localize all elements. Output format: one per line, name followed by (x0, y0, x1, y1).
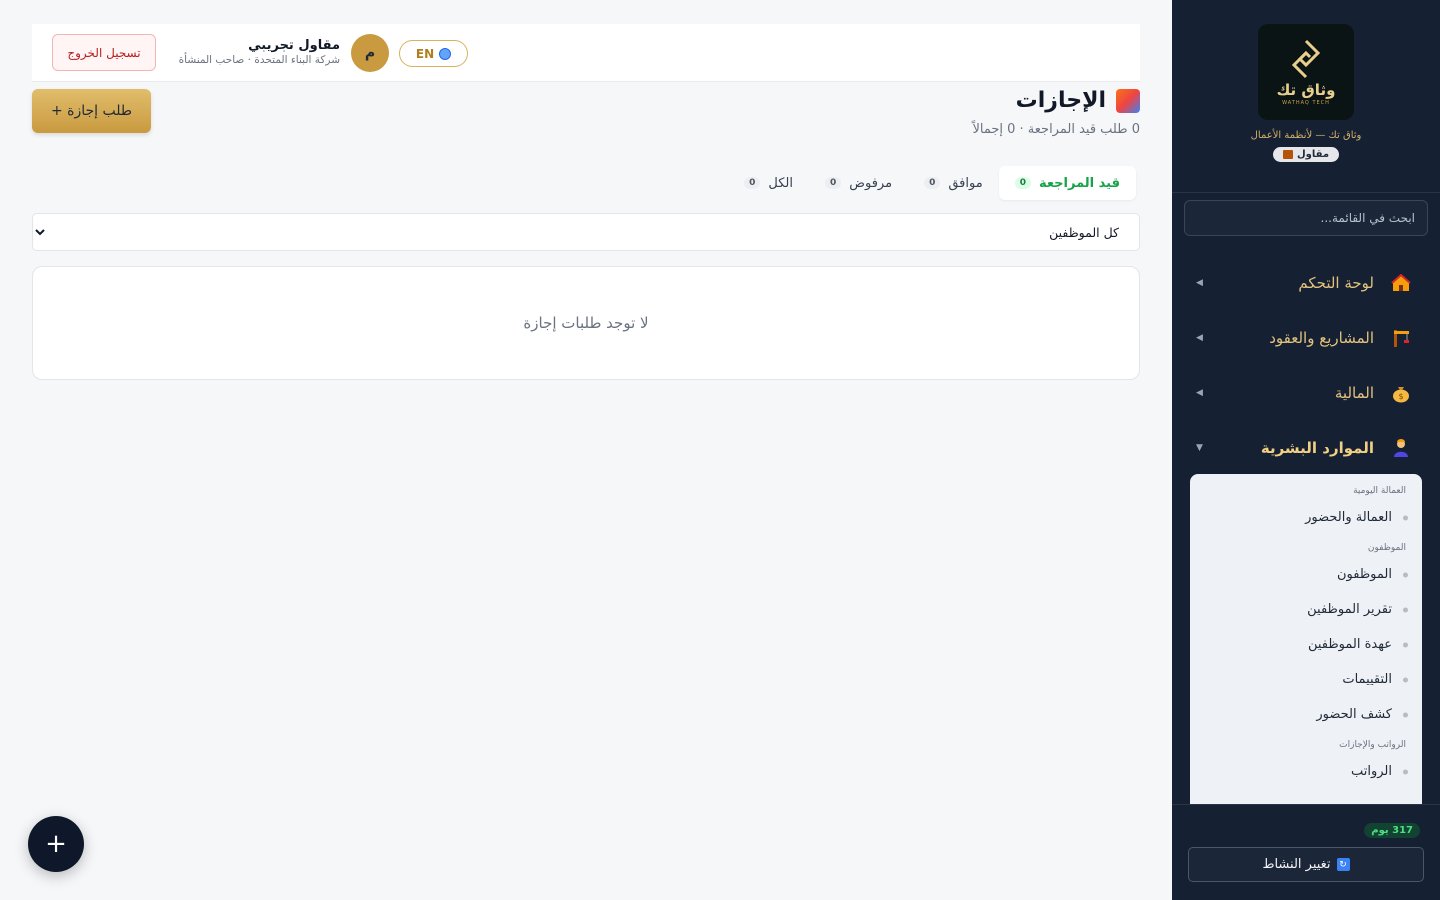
tab-count-badge: 0 (825, 177, 842, 189)
submenu-group-label: الرواتب والإجازات (1339, 740, 1406, 750)
crane-icon (1282, 150, 1293, 159)
tab-count-badge: 0 (924, 177, 941, 189)
empty-state-message: لا توجد طلبات إجازة (523, 314, 649, 332)
tab-count-badge: 0 (1014, 177, 1031, 189)
user-company-role: شركة البناء المتحدة · صاحب المنشأة (178, 54, 340, 66)
switch-activity-label: تغيير النشاط (1262, 857, 1331, 872)
beach-umbrella-icon (1116, 88, 1140, 113)
page-title: الإجازات (1015, 88, 1106, 113)
hr-submenu: العمالة اليومية العمالة والحضور الموظفون… (1190, 474, 1422, 808)
sidebar-item-label: لوحة التحكم (1298, 274, 1374, 292)
bullet-icon (1403, 607, 1408, 612)
sidebar-item-finance[interactable]: $ المالية ◀ (1172, 373, 1440, 413)
submenu-item-label: تقرير الموظفين (1307, 602, 1392, 617)
sidebar-search-input[interactable] (1184, 200, 1428, 236)
submenu-item-salaries[interactable]: الرواتب (1350, 764, 1408, 779)
submenu-item-label: الرواتب (1350, 764, 1392, 779)
submenu-item-label: عهدة الموظفين (1307, 637, 1392, 652)
tab-label: مرفوض (849, 175, 893, 191)
chevron-left-icon: ◀ (1196, 388, 1203, 398)
submenu-item-label: التقييمات (1342, 672, 1392, 687)
chevron-down-icon: ▼ (1196, 443, 1203, 453)
bullet-icon (1403, 712, 1408, 717)
brand-tagline: وثاق تك — لأنظمة الأعمال (1250, 130, 1362, 141)
bullet-icon (1403, 769, 1408, 774)
chevron-left-icon: ◀ (1196, 333, 1203, 343)
sidebar: وثاق تك WATHAQ TECH وثاق تك — لأنظمة الأ… (1172, 0, 1440, 900)
tab-count-badge: 0 (744, 177, 761, 189)
sidebar-item-label: المالية (1334, 384, 1374, 402)
money-bag-icon: $ (1390, 382, 1412, 404)
user-info: مقاول تجريبي شركة البناء المتحدة · صاحب … (179, 38, 340, 66)
sidebar-footer: 317 يوم ↻ تغيير النشاط (1172, 804, 1440, 900)
submenu-group-label: العمالة اليومية (1353, 486, 1406, 496)
sidebar-item-label: المشاريع والعقود (1269, 329, 1374, 347)
submenu-item-employee-custody[interactable]: عهدة الموظفين (1307, 637, 1408, 652)
subscription-days-badge: 317 يوم (1364, 823, 1420, 838)
submenu-item-employees[interactable]: الموظفون (1337, 567, 1408, 582)
avatar[interactable]: م (351, 34, 389, 72)
crane-icon (1390, 327, 1412, 349)
logout-button[interactable]: تسجيل الخروج (52, 34, 156, 71)
page-header: الإجازات (1016, 88, 1140, 113)
submenu-group-label: الموظفون (1367, 543, 1406, 553)
status-tabs: قيد المراجعة 0 موافق 0 مرفوض 0 الكل 0 (728, 166, 1136, 200)
logo-sub: WATHAQ TECH (1282, 99, 1330, 106)
floating-add-button[interactable]: + (28, 816, 84, 872)
home-icon (1390, 272, 1412, 294)
top-bar: تسجيل الخروج EN م مقاول تجريبي شركة البن… (32, 24, 1140, 82)
new-leave-request-button[interactable]: + طلب إجازة (32, 89, 151, 133)
chevron-left-icon: ◀ (1196, 278, 1203, 288)
globe-icon (439, 47, 452, 60)
logo-word: وثاق تك (1276, 80, 1336, 99)
tab-rejected[interactable]: مرفوض 0 (809, 166, 908, 200)
bullet-icon (1403, 515, 1408, 520)
submenu-item-label: العمالة والحضور (1305, 510, 1392, 525)
submenu-item-attendance-sheet[interactable]: كشف الحضور (1316, 707, 1408, 722)
leave-requests-list: لا توجد طلبات إجازة (32, 266, 1140, 380)
submenu-item-evaluations[interactable]: التقييمات (1342, 672, 1408, 687)
language-toggle-button[interactable]: EN (399, 40, 468, 67)
user-name: مقاول تجريبي (248, 38, 340, 53)
bullet-icon (1403, 572, 1408, 577)
tab-approved[interactable]: موافق 0 (908, 166, 999, 200)
role-badge-label: مقاول (1296, 149, 1330, 160)
tab-label: قيد المراجعة (1038, 175, 1120, 191)
sidebar-item-label: الموارد البشرية (1260, 439, 1374, 457)
tab-pending[interactable]: قيد المراجعة 0 (998, 166, 1136, 200)
submenu-item-employees-report[interactable]: تقرير الموظفين (1307, 602, 1408, 617)
submenu-item-labor-attendance[interactable]: العمالة والحضور (1305, 510, 1408, 525)
tab-all[interactable]: الكل 0 (728, 166, 809, 200)
switch-activity-button[interactable]: ↻ تغيير النشاط (1188, 847, 1424, 882)
sidebar-item-hr[interactable]: الموارد البشرية ▼ (1172, 428, 1440, 468)
sidebar-item-dashboard[interactable]: لوحة التحكم ◀ (1172, 263, 1440, 303)
logo[interactable]: وثاق تك WATHAQ TECH (1258, 24, 1354, 120)
language-label: EN (415, 46, 435, 61)
refresh-icon: ↻ (1336, 858, 1350, 871)
svg-text:$: $ (1398, 392, 1403, 401)
employee-filter-select[interactable]: كل الموظفين (32, 213, 1140, 251)
bullet-icon (1403, 642, 1408, 647)
tab-label: الكل (768, 175, 793, 191)
role-badge: مقاول (1272, 147, 1340, 162)
tab-label: موافق (948, 175, 983, 191)
submenu-item-label: الموظفون (1337, 567, 1392, 582)
sidebar-item-projects[interactable]: المشاريع والعقود ◀ (1172, 318, 1440, 358)
brand-section: وثاق تك WATHAQ TECH وثاق تك — لأنظمة الأ… (1172, 0, 1440, 193)
logo-mark-icon (1291, 39, 1321, 78)
worker-icon (1390, 437, 1412, 459)
page-subtitle: 0 طلب قيد المراجعة · 0 إجمالاً (972, 122, 1140, 137)
bullet-icon (1403, 677, 1408, 682)
submenu-item-label: كشف الحضور (1316, 707, 1392, 722)
